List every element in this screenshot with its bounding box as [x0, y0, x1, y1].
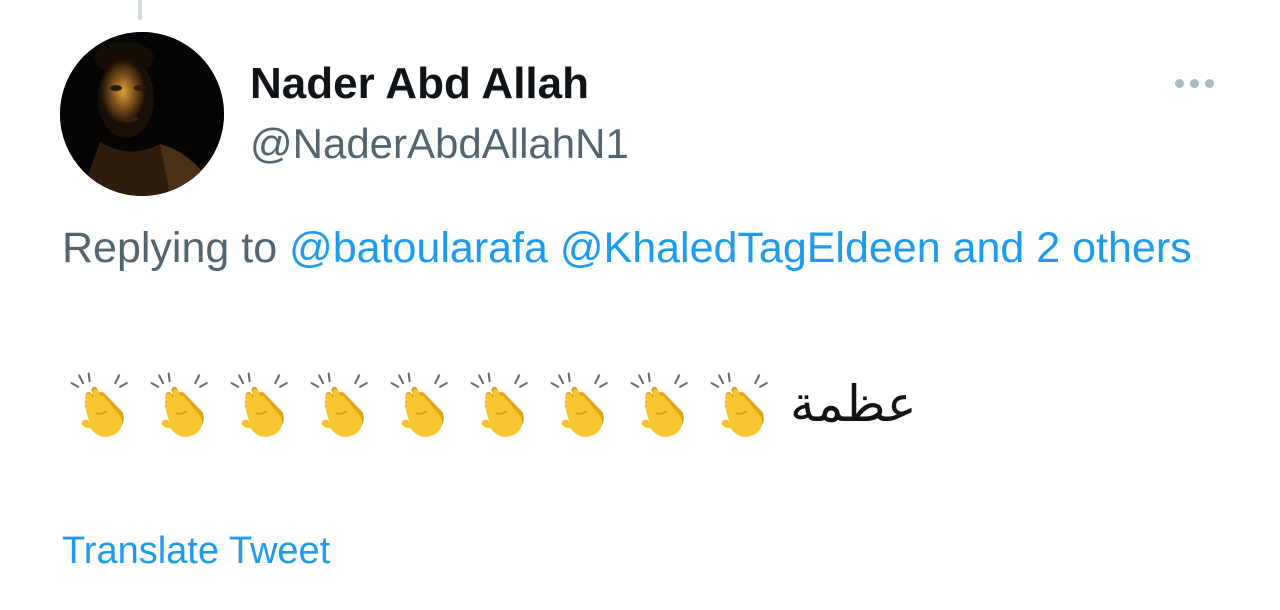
ellipsis-horizontal-icon [1204, 78, 1214, 88]
more-options-button[interactable] [1166, 66, 1222, 100]
clapping-hands-icon [470, 372, 528, 437]
thread-connector-line [138, 0, 142, 20]
clapping-hands-icon [70, 372, 128, 437]
author-display-name[interactable]: Nader Abd Allah [250, 58, 589, 110]
translate-tweet-link[interactable]: Translate Tweet [62, 526, 330, 576]
author-avatar[interactable] [60, 32, 224, 196]
clapping-hands-icon [550, 372, 608, 437]
tweet-text: عظمة [62, 366, 917, 442]
ellipsis-horizontal-icon [1189, 78, 1199, 88]
reply-context: Replying to @batoularafa @KhaledTagEldee… [62, 216, 1202, 280]
clapping-hands-icon [390, 372, 448, 437]
others-link[interactable]: and 2 others [953, 224, 1192, 272]
author-handle[interactable]: @NaderAbdAllahN1 [250, 118, 629, 170]
profile-photo-avatar [60, 32, 224, 196]
clapping-hands-icon [230, 372, 288, 437]
mention-link[interactable]: @batoularafa [289, 224, 548, 272]
mention-link[interactable]: @KhaledTagEldeen [560, 224, 941, 272]
clapping-hands-icon [710, 372, 768, 437]
clapping-hands-icon [310, 372, 368, 437]
clapping-hands-icon [150, 372, 208, 437]
reply-context-prefix: Replying to [62, 224, 278, 272]
clap-emoji-row [62, 366, 782, 442]
clapping-hands-icon [630, 372, 688, 437]
ellipsis-horizontal-icon [1174, 78, 1184, 88]
tweet-text-arabic: عظمة [790, 375, 917, 433]
